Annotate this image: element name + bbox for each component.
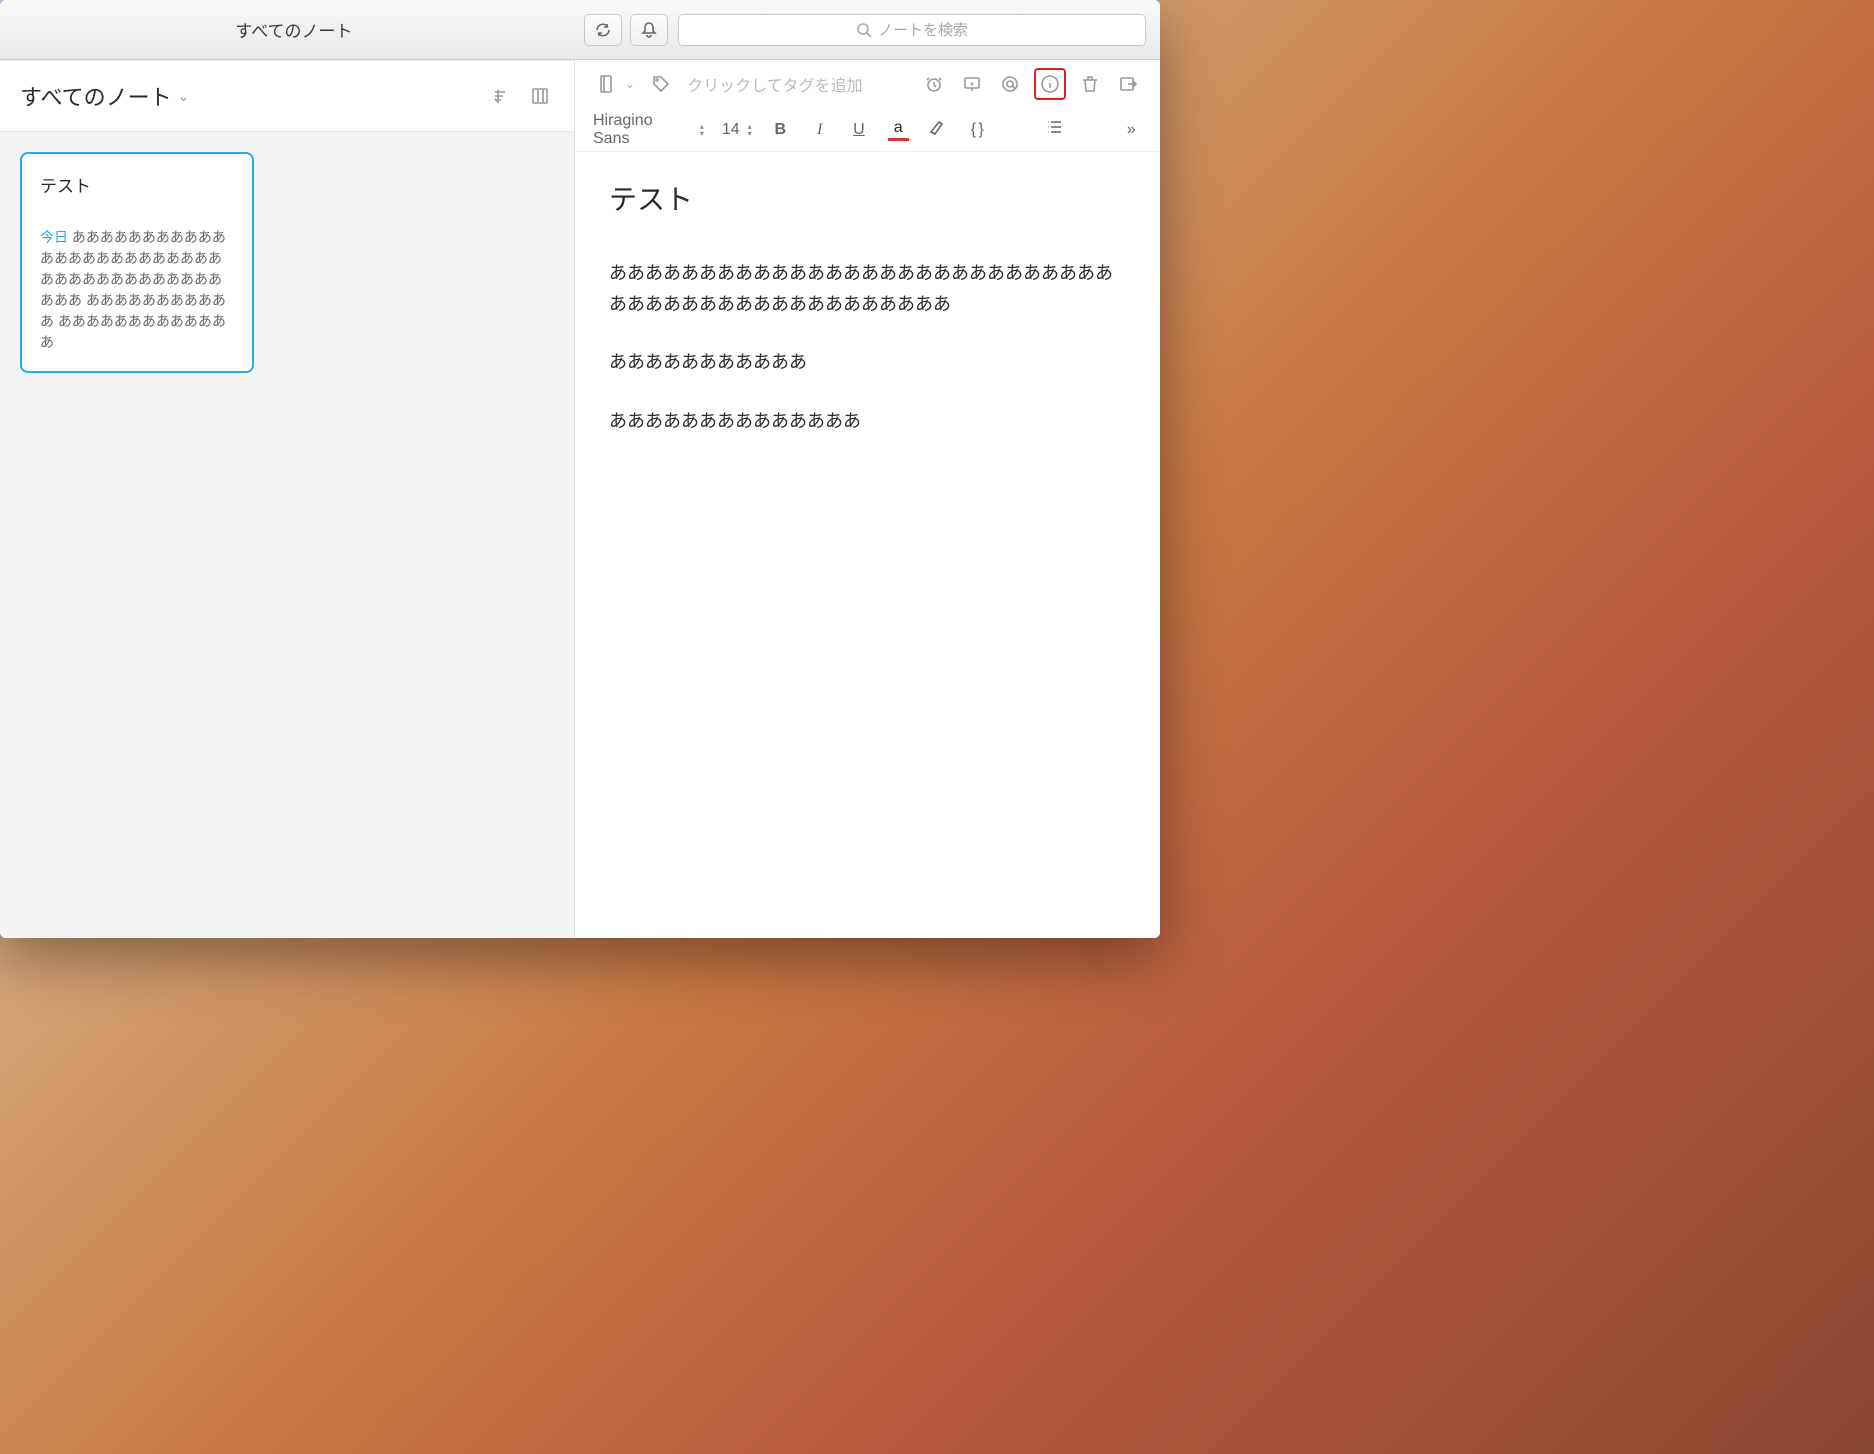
share-button[interactable] <box>1114 70 1142 98</box>
underline-button[interactable]: U <box>848 121 869 139</box>
view-toggle-button[interactable] <box>526 82 554 110</box>
highlight-button[interactable] <box>927 118 948 141</box>
info-button[interactable] <box>1034 68 1066 100</box>
more-formatting-button[interactable]: » <box>1121 121 1142 139</box>
grid-icon <box>530 86 550 106</box>
editor-pane: ⌄ クリックしてタグを追加 <box>575 60 1160 938</box>
list-button[interactable] <box>1043 118 1064 141</box>
sidebar-header: すべてのノート ⌄ <box>0 61 574 131</box>
note-title[interactable]: テスト <box>609 178 1126 218</box>
format-toolbar: Hiragino Sans ▴▾ 14 ▴▾ B I U a { } <box>575 108 1160 152</box>
font-family-value: Hiragino Sans <box>593 112 690 148</box>
paragraph[interactable]: ああああああああああああああああああああああああああああああああああああああああ… <box>609 258 1126 319</box>
sync-icon <box>593 20 613 40</box>
stepper-icon: ▴▾ <box>700 123 704 137</box>
titlebar: すべてのノート ノートを検索 <box>0 0 1160 60</box>
font-size-select[interactable]: 14 ▴▾ <box>722 121 752 139</box>
sort-button[interactable] <box>488 82 516 110</box>
info-icon <box>1040 74 1060 94</box>
trash-icon <box>1080 74 1100 94</box>
search-input[interactable]: ノートを検索 <box>678 14 1146 46</box>
sync-button[interactable] <box>584 14 622 46</box>
reminder-button[interactable] <box>920 70 948 98</box>
tag-input[interactable]: クリックしてタグを追加 <box>687 72 908 96</box>
font-family-select[interactable]: Hiragino Sans ▴▾ <box>593 112 704 148</box>
clock-icon <box>924 74 944 94</box>
paragraph[interactable]: あああああああああああ <box>609 347 1126 378</box>
notebook-picker-button[interactable] <box>593 70 621 98</box>
chevron-down-icon: ⌄ <box>178 88 190 105</box>
bold-button[interactable]: B <box>770 121 791 139</box>
bell-icon <box>639 20 659 40</box>
search-placeholder: ノートを検索 <box>878 19 968 40</box>
paragraph[interactable]: ああああああああああああああ <box>609 406 1126 437</box>
search-icon <box>856 22 872 38</box>
italic-button[interactable]: I <box>809 121 830 139</box>
font-size-value: 14 <box>722 121 740 139</box>
chevron-right-icon: » <box>1127 121 1136 138</box>
editor-body[interactable]: テスト ああああああああああああああああああああああああああああああああああああ… <box>575 152 1160 938</box>
code-block-button[interactable]: { } <box>966 121 987 139</box>
app-window: すべてのノート ノートを検索 すべてのノート ⌄ <box>0 0 1160 938</box>
content-area: すべてのノート ⌄ テスト 今日 ああああああああ <box>0 60 1160 938</box>
tag-icon <box>651 74 671 94</box>
note-card-preview: 今日 あああああああああああああああああああああああああああああああああああああ… <box>40 227 234 353</box>
at-icon <box>1000 74 1020 94</box>
sort-icon <box>492 86 512 106</box>
note-list: テスト 今日 あああああああああああああああああああああああああああああああああ… <box>0 131 574 938</box>
editor-meta-toolbar: ⌄ クリックしてタグを追加 <box>575 60 1160 108</box>
stepper-icon: ▴▾ <box>748 123 752 137</box>
annotate-button[interactable] <box>996 70 1024 98</box>
note-date-label: 今日 <box>40 229 68 245</box>
list-icon <box>1045 118 1063 136</box>
note-card[interactable]: テスト 今日 あああああああああああああああああああああああああああああああああ… <box>20 152 254 373</box>
delete-button[interactable] <box>1076 70 1104 98</box>
notebook-title: すべてのノート <box>20 80 172 112</box>
note-preview-text: ああああああああああああああああああああああああああああああああああああああああ… <box>40 229 226 350</box>
note-content[interactable]: ああああああああああああああああああああああああああああああああああああああああ… <box>609 258 1126 436</box>
note-list-panel: すべてのノート ⌄ テスト 今日 ああああああああ <box>0 60 575 938</box>
notebook-selector[interactable]: すべてのノート ⌄ <box>20 80 189 112</box>
window-title: すべてのノート <box>14 17 574 42</box>
share-icon <box>1118 74 1138 94</box>
highlighter-icon <box>928 118 946 136</box>
notebook-icon <box>597 74 617 94</box>
text-color-button[interactable]: a <box>888 119 909 141</box>
present-button[interactable] <box>958 70 986 98</box>
presentation-icon <box>962 74 982 94</box>
tag-button[interactable] <box>647 70 675 98</box>
chevron-down-icon: ⌄ <box>625 77 635 91</box>
notifications-button[interactable] <box>630 14 668 46</box>
note-card-title: テスト <box>40 172 234 197</box>
